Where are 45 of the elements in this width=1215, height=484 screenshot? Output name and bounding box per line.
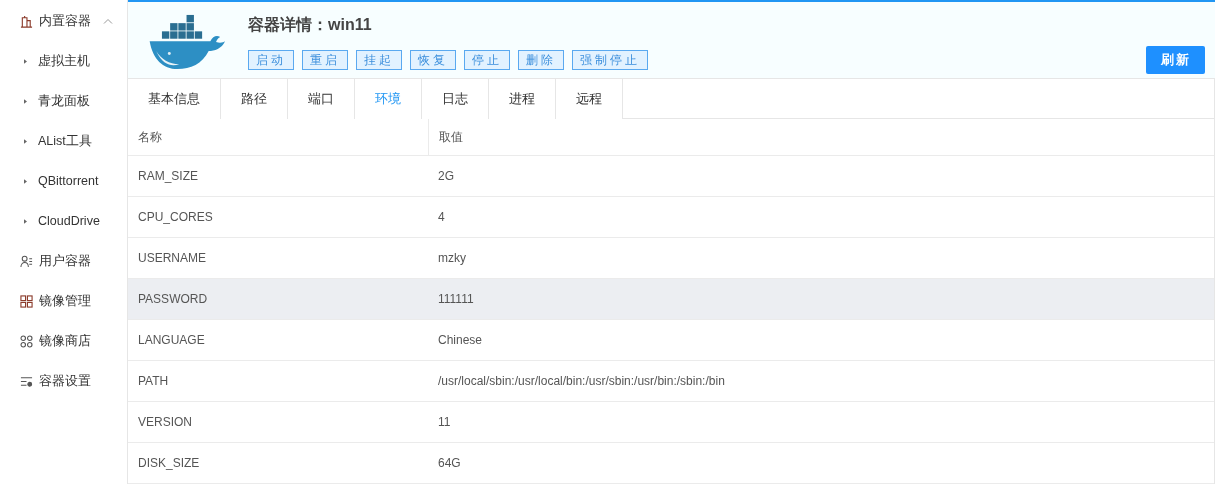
tab[interactable]: 路径 [221,79,288,119]
tab[interactable]: 远程 [556,79,623,119]
sidebar-item[interactable]: 容器设置 [0,361,127,401]
triangle-icon [24,218,27,224]
circles-icon [20,334,33,348]
table-cell-text: PATH [137,373,170,390]
sidebar-item[interactable]: CloudDrive [0,201,127,241]
table-cell-text: 2G [437,168,455,185]
table-cell-text: 4 [437,209,446,226]
sidebar-item[interactable]: AList工具 [0,121,127,161]
building-icon [20,14,33,28]
grid-icon [20,294,33,308]
table-cell-text: RAM_SIZE [137,168,199,185]
tab[interactable]: 进程 [489,79,556,119]
sidebar-item[interactable]: 镜像商店 [0,321,127,361]
triangle-icon [24,98,27,104]
column-header: 名称 [128,119,429,155]
column-header: 取值 [438,128,464,146]
table-cell-text: VERSION [137,414,193,431]
sidebar-item[interactable]: 虚拟主机 [0,41,127,81]
sidebar-item[interactable]: 用户容器 [0,241,127,281]
settings-icon [20,374,33,388]
sidebar-item[interactable]: 内置容器 [0,1,127,41]
table-cell-text: mzky [437,250,467,267]
triangle-icon [24,58,27,64]
table-cell-text: /usr/local/sbin:/usr/local/bin:/usr/sbin:/usr/bin:/sbin:/bin [437,373,726,390]
table-cell-text: LANGUAGE [137,332,206,349]
triangle-icon [24,178,27,184]
tab[interactable]: 日志 [422,79,489,119]
tab[interactable]: 端口 [288,79,355,119]
page-title: 容器详情：win11 [248,15,373,35]
user-icon [20,254,33,268]
triangle-icon [24,138,27,144]
table-cell-text: CPU_CORES [137,209,214,226]
sidebar-item[interactable]: QBittorrent [0,161,127,201]
table-cell-text: 11 [437,414,452,431]
table-cell-text: Chinese [437,332,484,349]
table-cell-text: DISK_SIZE [137,455,201,472]
tab[interactable]: 基本信息 [128,79,221,119]
sidebar-item[interactable]: 青龙面板 [0,81,127,121]
table-cell-text: USERNAME [137,250,207,267]
table-cell-text: 64G [437,455,462,472]
table-cell-text: PASSWORD [137,291,209,308]
table-cell-text: 111111 [437,291,475,308]
sidebar-item[interactable]: 镜像管理 [0,281,127,321]
